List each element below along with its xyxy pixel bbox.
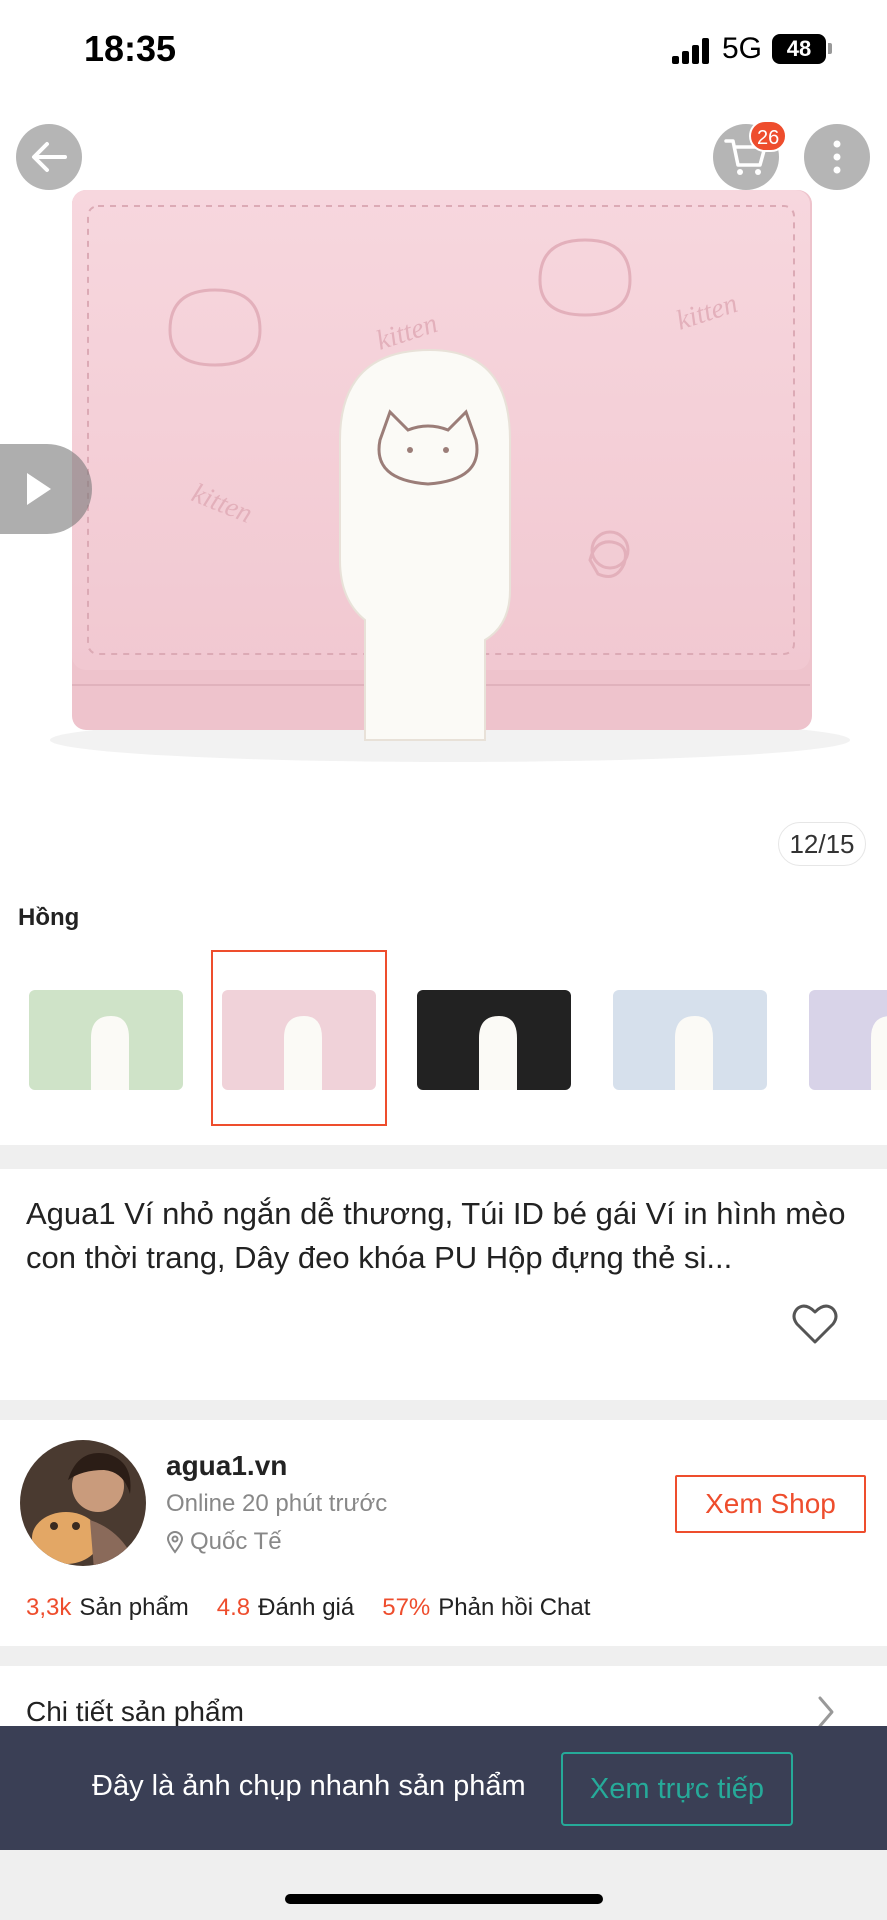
stat-value: 3,3k <box>26 1594 72 1621</box>
heart-icon[interactable] <box>791 1302 839 1346</box>
section-divider <box>0 1646 887 1666</box>
avatar-image <box>20 1440 146 1566</box>
shop-avatar[interactable] <box>20 1440 146 1566</box>
more-button[interactable] <box>804 124 870 190</box>
status-time: 18:35 <box>84 28 177 69</box>
variant-thumb[interactable] <box>406 950 582 1126</box>
variant-thumb[interactable] <box>798 950 887 1126</box>
stat-label: Đánh giá <box>258 1594 355 1621</box>
shop-location: Quốc Tế <box>166 1528 282 1556</box>
stat-value: 4.8 <box>216 1594 251 1621</box>
stat-value: 57% <box>382 1594 431 1621</box>
shop-stats: 3,3k Sản phẩm 4.8 Đánh giá 57% Phản hồi Cha… <box>26 1594 590 1622</box>
status-bar: 18:35 5G 48 <box>0 0 887 100</box>
stat-products: 3,3k Sản phẩm <box>26 1594 189 1622</box>
variant-image <box>29 990 183 1090</box>
shop-location-label: Quốc Tế <box>190 1528 282 1555</box>
variant-image <box>417 990 571 1090</box>
arrow-left-icon <box>32 142 67 172</box>
variant-thumb-selected[interactable] <box>211 950 387 1126</box>
variant-image <box>809 990 887 1090</box>
signal-icon <box>672 38 712 64</box>
cart-badge: 26 <box>749 120 788 152</box>
section-divider <box>0 1145 887 1169</box>
snapshot-banner: Đây là ảnh chụp nhanh sản phẩm Xem trực … <box>0 1726 887 1850</box>
variant-image <box>613 990 767 1090</box>
home-indicator[interactable] <box>285 1894 603 1904</box>
back-button[interactable] <box>16 124 82 190</box>
location-pin-icon <box>166 1531 184 1554</box>
play-icon <box>27 473 51 505</box>
network-label: 5G <box>722 32 763 65</box>
variant-thumb[interactable] <box>602 950 778 1126</box>
view-live-button[interactable]: Xem trực tiếp <box>561 1752 793 1826</box>
stat-label: Phản hồi Chat <box>438 1594 591 1621</box>
more-vertical-icon <box>833 140 841 174</box>
product-details-label: Chi tiết sản phẩm <box>26 1696 244 1727</box>
product-image: kitten kitten kitten <box>50 190 850 762</box>
chevron-right-icon <box>818 1696 834 1728</box>
shop-name[interactable]: agua1.vn <box>166 1450 287 1482</box>
variant-label: Hồng <box>18 904 80 931</box>
stat-chat-response: 57% Phản hồi Chat <box>382 1594 590 1622</box>
stat-rating: 4.8 Đánh giá <box>217 1594 354 1622</box>
view-shop-button[interactable]: Xem Shop <box>675 1475 866 1533</box>
image-counter: 12/15 <box>778 822 866 866</box>
battery-cap <box>828 43 832 54</box>
snapshot-message: Đây là ảnh chụp nhanh sản phẩm <box>92 1770 526 1802</box>
product-title: Agua1 Ví nhỏ ngắn dễ thương, Túi ID bé g… <box>26 1196 846 1275</box>
shop-online-status: Online 20 phút trước <box>166 1490 388 1517</box>
stat-label: Sản phẩm <box>79 1594 189 1621</box>
bottom-safe-area <box>0 1850 887 1920</box>
battery-icon: 48 <box>772 34 826 64</box>
variant-thumb[interactable] <box>18 950 194 1126</box>
product-gallery[interactable]: kitten kitten kitten 26 12/15 <box>0 100 887 880</box>
variant-image <box>222 990 376 1090</box>
section-divider <box>0 1400 887 1420</box>
variant-thumbnails <box>0 950 887 1130</box>
play-video-button[interactable] <box>0 444 92 534</box>
